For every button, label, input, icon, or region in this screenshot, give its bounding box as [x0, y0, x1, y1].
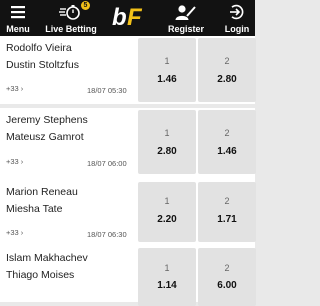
match-row[interactable]: Rodolfo Vieira Dustin Stoltzfus +33 › 18… [0, 36, 256, 104]
bf-logo[interactable]: b F [110, 3, 150, 33]
odd-value: 1.46 [157, 74, 177, 85]
team-names: Marion Reneau Miesha Tate [6, 184, 78, 218]
odd-value: 2.20 [157, 214, 177, 225]
user-edit-icon [175, 5, 196, 20]
odd-value: 6.00 [217, 280, 237, 291]
login-label: Login [224, 24, 250, 34]
odd-button-1[interactable]: 1 1.14 [138, 248, 196, 306]
menu-button[interactable]: Menu [4, 0, 32, 36]
live-betting-label: Live Betting [45, 24, 97, 34]
odd-button-2[interactable]: 2 1.46 [198, 110, 256, 174]
odd-label: 2 [224, 196, 230, 206]
team-names: Islam Makhachev Thiago Moises [6, 250, 88, 284]
team-2: Dustin Stoltzfus [6, 59, 79, 71]
odd-value: 2.80 [217, 74, 237, 85]
odd-value: 1.14 [157, 280, 177, 291]
odd-label: 1 [164, 196, 170, 206]
team-1: Jeremy Stephens [6, 114, 88, 126]
top-bar: Menu 5 Live Betting b F Register Login [0, 0, 255, 36]
live-betting-button[interactable]: 5 Live Betting [44, 0, 98, 36]
login-button[interactable]: Login [222, 0, 252, 36]
odd-value: 2.80 [157, 146, 177, 157]
odd-button-2[interactable]: 2 1.71 [198, 182, 256, 242]
odd-button-1[interactable]: 1 2.20 [138, 182, 196, 242]
hamburger-icon [11, 6, 25, 19]
match-row[interactable]: Jeremy Stephens Mateusz Gamrot +33 › 18/… [0, 108, 256, 176]
more-markets-link[interactable]: +33 › [6, 84, 23, 93]
logo-b: b [112, 4, 127, 31]
odd-button-2[interactable]: 2 6.00 [198, 248, 256, 306]
match-datetime: 18/07 05:30 [87, 86, 127, 95]
odd-label: 1 [164, 56, 170, 66]
odd-label: 1 [164, 128, 170, 138]
team-1: Rodolfo Vieira [6, 42, 72, 54]
match-row[interactable]: Islam Makhachev Thiago Moises 1 1.14 2 6… [0, 242, 256, 306]
team-2: Mateusz Gamrot [6, 131, 84, 143]
live-count-badge: 5 [81, 1, 90, 10]
odd-value: 1.71 [217, 214, 237, 225]
team-1: Islam Makhachev [6, 252, 88, 264]
more-markets-link[interactable]: +33 › [6, 157, 23, 166]
match-row[interactable]: Marion Reneau Miesha Tate +33 › 18/07 06… [0, 174, 256, 242]
odd-label: 2 [224, 128, 230, 138]
match-datetime: 18/07 06:00 [87, 159, 127, 168]
register-label: Register [167, 24, 204, 34]
stopwatch-icon [59, 5, 80, 20]
team-2: Miesha Tate [6, 203, 63, 215]
team-1: Marion Reneau [6, 186, 78, 198]
odd-button-1[interactable]: 1 2.80 [138, 110, 196, 174]
odd-value: 1.46 [217, 146, 237, 157]
register-button[interactable]: Register [166, 0, 206, 36]
team-names: Rodolfo Vieira Dustin Stoltzfus [6, 40, 79, 74]
team-2: Thiago Moises [6, 269, 75, 281]
odd-button-1[interactable]: 1 1.46 [138, 38, 196, 102]
match-datetime: 18/07 06:30 [87, 230, 127, 239]
odd-label: 1 [164, 263, 170, 273]
login-icon [230, 4, 244, 20]
odd-label: 2 [224, 263, 230, 273]
team-names: Jeremy Stephens Mateusz Gamrot [6, 112, 88, 146]
menu-label: Menu [6, 24, 30, 34]
odd-button-2[interactable]: 2 2.80 [198, 38, 256, 102]
more-markets-link[interactable]: +33 › [6, 228, 23, 237]
logo-f: F [127, 4, 142, 31]
odd-label: 2 [224, 56, 230, 66]
